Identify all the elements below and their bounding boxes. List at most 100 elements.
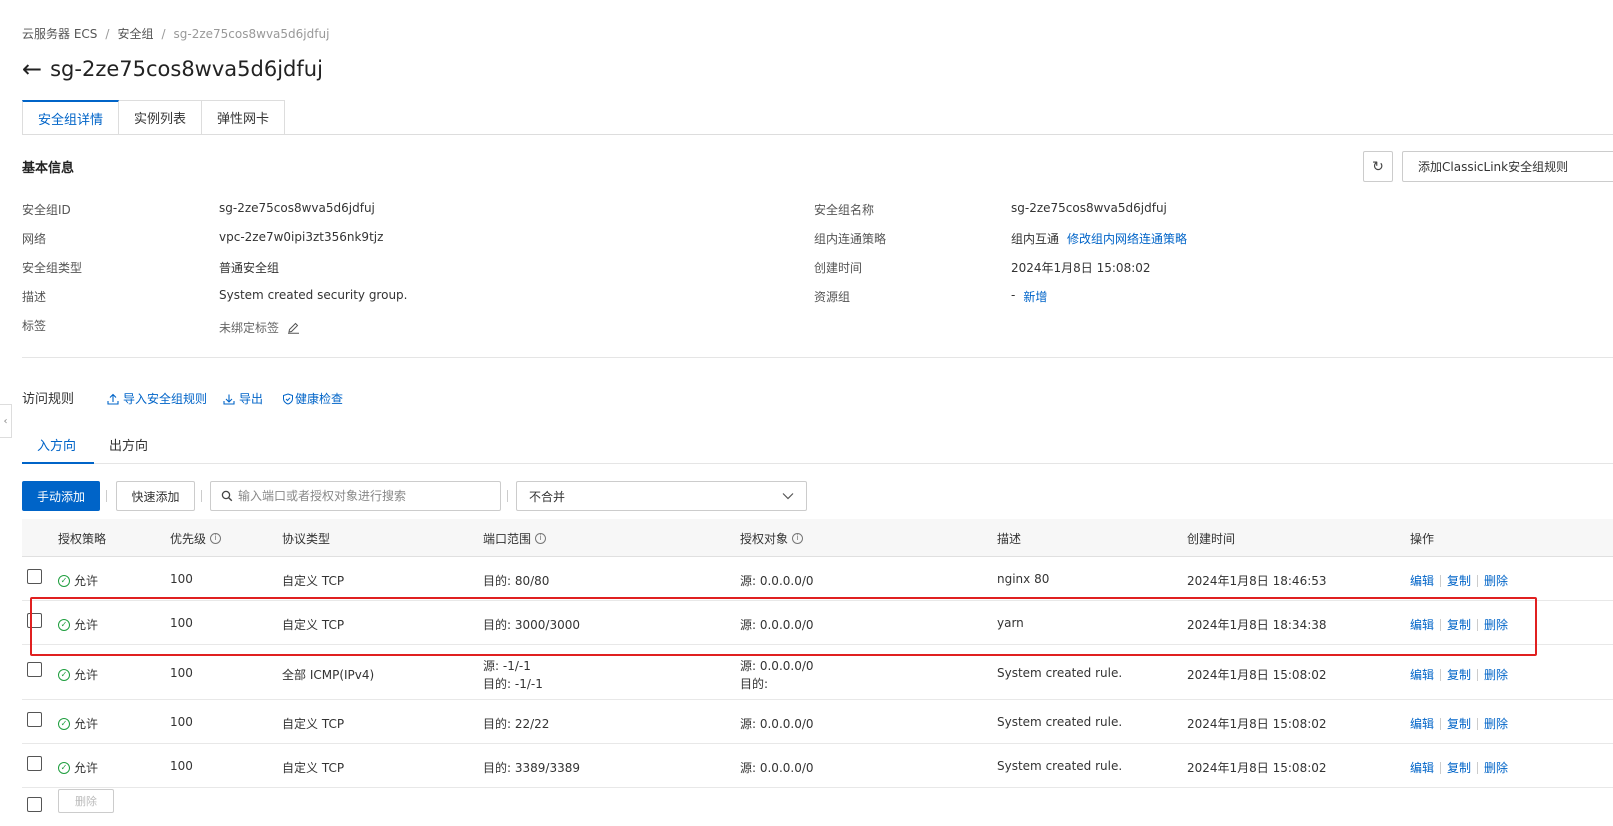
add-resource-group-link[interactable]: 新增 (1023, 288, 1047, 305)
priority-cell: 100 (170, 572, 193, 586)
policy-label: 允许 (74, 618, 99, 632)
row-divider (22, 600, 1613, 601)
search-box (210, 481, 501, 511)
select-all-checkbox[interactable] (27, 797, 42, 812)
batch-delete-button[interactable]: 删除 (58, 789, 114, 813)
back-arrow-icon[interactable]: ← (22, 57, 42, 81)
info-value-tags: 未绑定标签 (219, 319, 300, 336)
action-separator (1440, 668, 1442, 681)
delete-link[interactable]: 删除 (1484, 759, 1508, 776)
edit-link[interactable]: 编辑 (1410, 759, 1434, 776)
column-label: 描述 (997, 531, 1022, 546)
tags-value: 未绑定标签 (219, 321, 280, 335)
row-divider (22, 699, 1613, 700)
action-separator (1477, 717, 1479, 730)
merge-select-value: 不合并 (529, 489, 566, 504)
row-checkbox[interactable] (27, 662, 42, 677)
description-cell: System created rule. (997, 666, 1123, 680)
tab-security-group-details[interactable]: 安全组详情 (22, 100, 120, 135)
info-label-created-time: 创建时间 (814, 261, 863, 275)
created-time-cell: 2024年1月8日 15:08:02 (1187, 761, 1327, 775)
info-icon[interactable]: i (210, 532, 222, 544)
info-value-intra-group-policy: 组内互通 修改组内网络连通策略 (1011, 230, 1187, 247)
edit-link[interactable]: 编辑 (1410, 715, 1434, 732)
breadcrumb-ecs[interactable]: 云服务器 ECS (22, 27, 97, 41)
tab-elastic-nic[interactable]: 弹性网卡 (202, 100, 286, 135)
search-input[interactable] (238, 489, 488, 503)
basic-info-title: 基本信息 (22, 161, 75, 176)
tab-outbound[interactable]: 出方向 (109, 435, 148, 454)
port-range-dest-cell: 目的: -1/-1 (483, 677, 543, 691)
import-rules-link[interactable]: 导入安全组规则 (107, 390, 207, 407)
vpc-link[interactable]: vpc-2ze7w0ipi3zt356nk9tjz (219, 230, 383, 244)
chevron-down-icon (782, 493, 794, 500)
row-checkbox[interactable] (27, 613, 42, 628)
breadcrumb-security-group[interactable]: 安全组 (117, 27, 153, 41)
description-cell: yarn (997, 616, 1024, 630)
main-tabs: 安全组详情 实例列表 弹性网卡 (22, 100, 286, 135)
import-rules-label: 导入安全组规则 (123, 392, 208, 406)
export-link[interactable]: 导出 (223, 390, 263, 407)
protocol-cell: 自定义 TCP (282, 574, 345, 588)
health-check-label: 健康检查 (295, 392, 344, 406)
created-time-cell: 2024年1月8日 18:46:53 (1187, 574, 1327, 588)
auth-object-cell: 源: 0.0.0.0/0 (740, 574, 814, 588)
upload-icon (107, 393, 119, 405)
copy-link[interactable]: 复制 (1447, 616, 1471, 633)
delete-link[interactable]: 删除 (1484, 666, 1508, 683)
tab-instance-list[interactable]: 实例列表 (119, 100, 203, 135)
column-label: 创建时间 (1187, 531, 1236, 546)
info-value-sg-type: 普通安全组 (219, 261, 280, 275)
add-classiclink-rule-button[interactable]: 添加ClassicLink安全组规则 (1402, 151, 1613, 182)
refresh-icon: ↻ (1372, 158, 1384, 175)
policy-label: 允许 (74, 717, 99, 731)
direction-tabs-divider (22, 463, 1613, 464)
row-actions: 编辑 复制 删除 (1410, 616, 1508, 633)
protocol-cell: 自定义 TCP (282, 761, 345, 775)
copy-link[interactable]: 复制 (1447, 572, 1471, 589)
manual-add-button[interactable]: 手动添加 (22, 481, 100, 511)
edit-link[interactable]: 编辑 (1410, 572, 1434, 589)
policy-label: 允许 (74, 761, 99, 775)
tabs-divider (22, 134, 1613, 135)
copy-link[interactable]: 复制 (1447, 759, 1471, 776)
toolbar-separator (201, 490, 202, 502)
delete-link[interactable]: 删除 (1484, 572, 1508, 589)
auth-object-cell: 源: 0.0.0.0/0 (740, 761, 814, 775)
copy-link[interactable]: 复制 (1447, 666, 1471, 683)
edit-link[interactable]: 编辑 (1410, 616, 1434, 633)
breadcrumb-current: sg-2ze75cos8wva5d6jdfuj (173, 27, 330, 41)
info-icon[interactable]: i (792, 532, 804, 544)
action-separator (1440, 717, 1442, 730)
merge-select[interactable]: 不合并 (516, 481, 807, 511)
info-icon[interactable]: i (535, 532, 547, 544)
action-separator (1477, 574, 1479, 587)
priority-cell: 100 (170, 759, 193, 773)
quick-add-button[interactable]: 快速添加 (116, 481, 195, 511)
port-range-cell: 目的: 3389/3389 (483, 761, 580, 775)
delete-link[interactable]: 删除 (1484, 616, 1508, 633)
table-header (22, 519, 1613, 557)
check-circle-icon: ✓ (58, 668, 70, 681)
delete-link[interactable]: 删除 (1484, 715, 1508, 732)
tab-inbound[interactable]: 入方向 (37, 435, 76, 454)
modify-connectivity-policy-link[interactable]: 修改组内网络连通策略 (1067, 230, 1187, 247)
row-checkbox[interactable] (27, 712, 42, 727)
edit-link[interactable]: 编辑 (1410, 666, 1434, 683)
row-checkbox[interactable] (27, 756, 42, 771)
info-label-resource-group: 资源组 (814, 290, 851, 304)
shield-check-icon (283, 392, 293, 405)
protocol-cell: 自定义 TCP (282, 618, 345, 632)
column-label: 端口范围 (483, 531, 532, 546)
row-checkbox[interactable] (27, 569, 42, 584)
edit-pencil-icon[interactable] (287, 321, 300, 334)
column-label: 授权对象 (740, 531, 789, 546)
row-actions: 编辑 复制 删除 (1410, 759, 1508, 776)
policy-label: 允许 (74, 668, 99, 682)
health-check-link[interactable]: 健康检查 (282, 390, 343, 407)
sidebar-toggle-button[interactable]: ‹ (0, 404, 12, 438)
refresh-button[interactable]: ↻ (1363, 151, 1393, 182)
action-separator (1440, 761, 1442, 774)
copy-link[interactable]: 复制 (1447, 715, 1471, 732)
info-label-sg-name: 安全组名称 (814, 203, 875, 217)
